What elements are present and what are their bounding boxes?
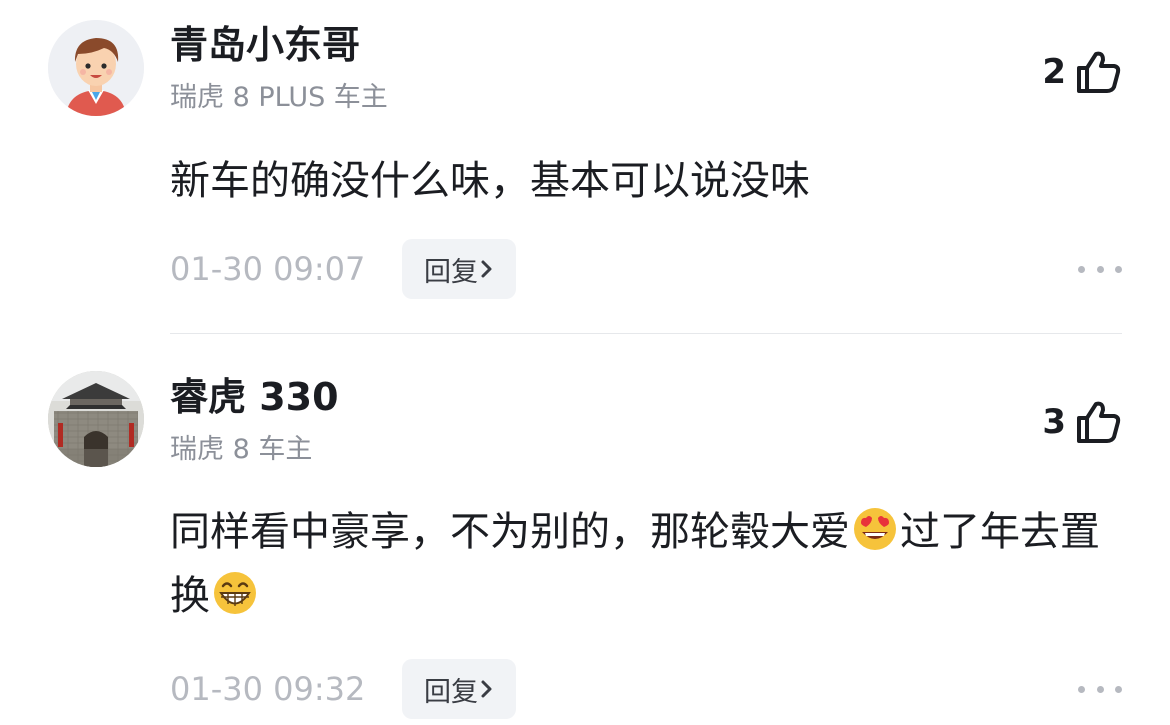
like-button[interactable]: 2 <box>1042 50 1122 94</box>
avatar[interactable] <box>48 371 144 467</box>
comment-item: 睿虎 330 瑞虎 8 车主 3 同样看中豪享，不为别的，那轮毂大爱 过了年去置… <box>0 334 1170 725</box>
reply-button[interactable]: 回复 <box>402 239 516 299</box>
like-count: 2 <box>1042 52 1066 92</box>
username[interactable]: 睿虎 330 <box>170 378 339 416</box>
avatar[interactable] <box>48 20 144 116</box>
like-button[interactable]: 3 <box>1042 400 1122 444</box>
reply-button[interactable]: 回复 <box>402 659 516 719</box>
comment-item: 青岛小东哥 瑞虎 8 PLUS 车主 2 新车的确没什么味，基本可以说没味 01… <box>0 0 1170 333</box>
comment-text: 新车的确没什么味，基本可以说没味 <box>170 158 810 204</box>
car-owner-tag: 瑞虎 8 车主 <box>170 434 313 465</box>
thumbs-up-icon[interactable] <box>1076 50 1122 94</box>
comment-time: 01-30 09:07 <box>170 250 366 288</box>
car-owner-tag: 瑞虎 8 PLUS 车主 <box>170 82 388 113</box>
comment-text: 同样看中豪享，不为别的，那轮毂大爱 过了年去置换 <box>170 500 1120 628</box>
reply-label: 回复 <box>424 256 478 288</box>
thumbs-up-icon[interactable] <box>1076 400 1122 444</box>
more-dots-icon[interactable] <box>1078 259 1122 279</box>
chevron-right-icon <box>480 259 494 279</box>
like-count: 3 <box>1042 402 1066 442</box>
comment-time: 01-30 09:32 <box>170 670 366 708</box>
username[interactable]: 青岛小东哥 <box>170 26 360 64</box>
city-gate-photo-avatar-icon <box>48 371 144 467</box>
grinning-emoji-icon <box>212 570 258 616</box>
comment-text-part: 同样看中豪享，不为别的，那轮毂大爱 <box>170 509 850 555</box>
cartoon-boy-avatar-icon <box>48 20 144 116</box>
more-dots-icon[interactable] <box>1078 679 1122 699</box>
chevron-right-icon <box>480 679 494 699</box>
reply-label: 回复 <box>424 676 478 708</box>
heart-eyes-emoji-icon <box>852 506 898 552</box>
